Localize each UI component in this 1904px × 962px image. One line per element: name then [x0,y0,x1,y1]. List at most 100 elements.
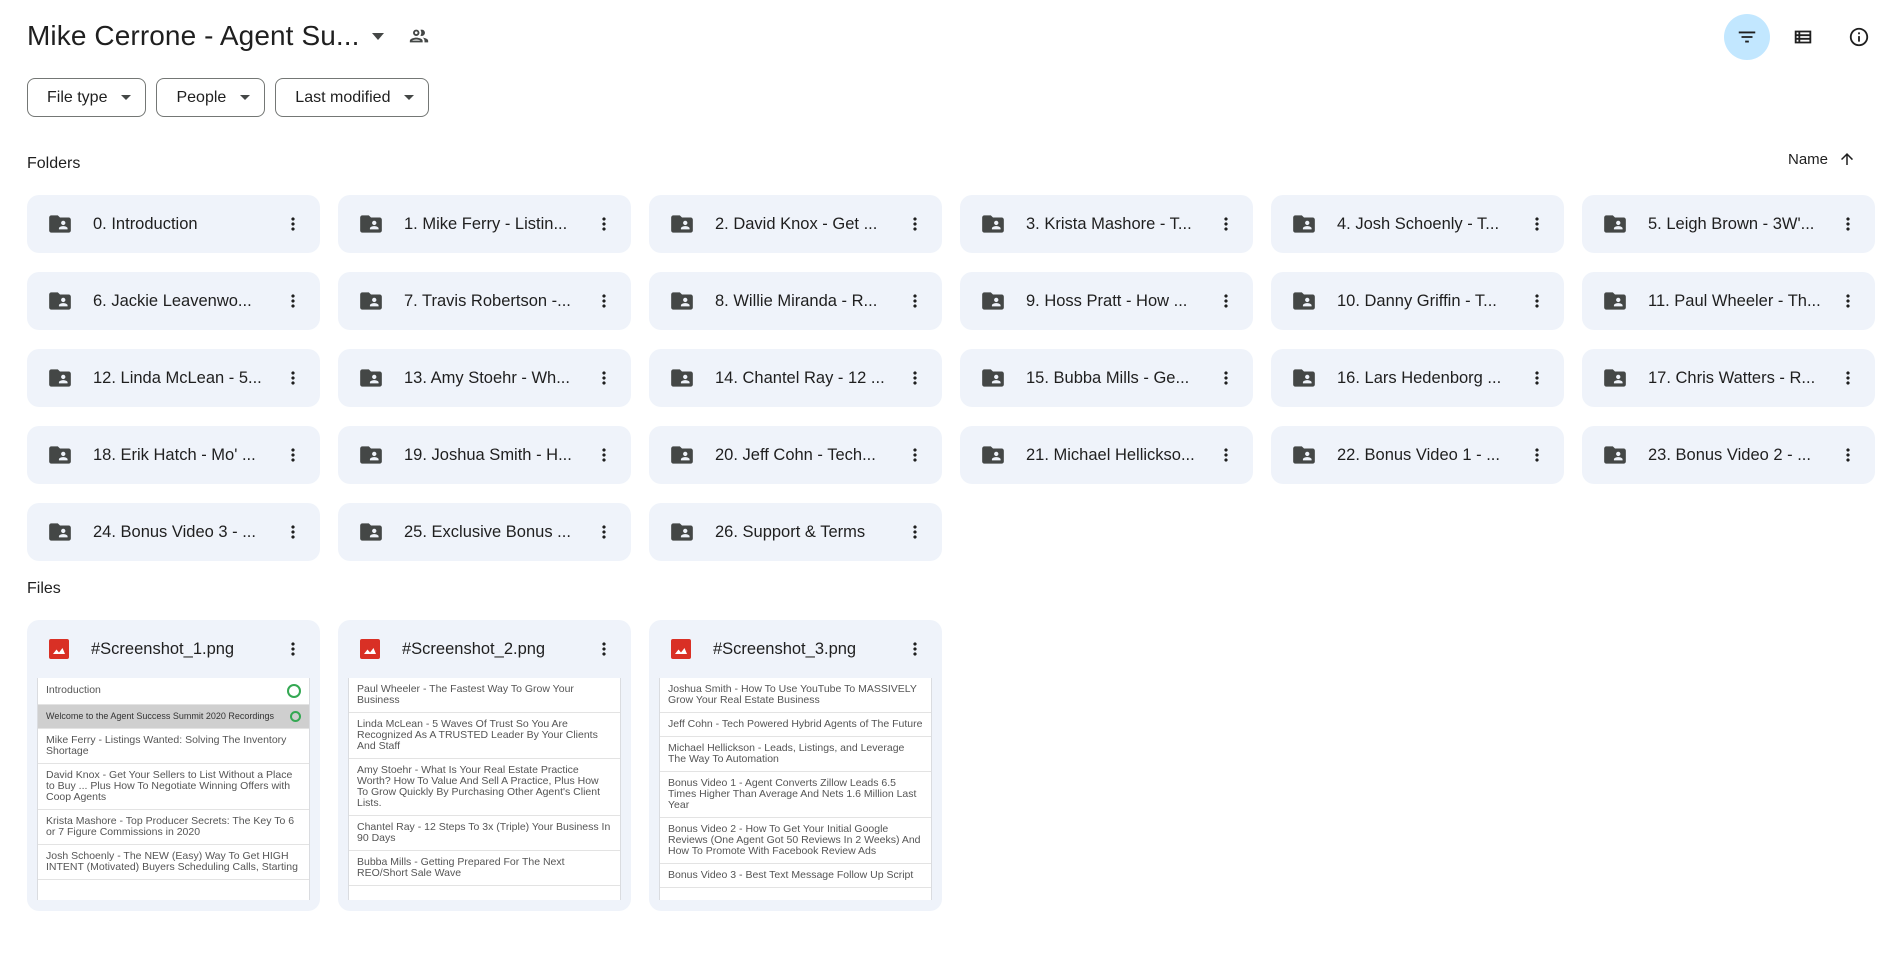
folder-item-9[interactable]: 9. Hoss Pratt - How ... [960,272,1253,330]
folder-item-26[interactable]: 26. Support & Terms [649,503,942,561]
more-vert-icon[interactable] [1833,286,1863,316]
folder-name: 12. Linda McLean - 5... [93,368,262,387]
shared-folder-icon [47,365,73,391]
folder-item-7[interactable]: 7. Travis Robertson -... [338,272,631,330]
shared-folder-icon [358,365,384,391]
more-vert-icon[interactable] [1211,363,1241,393]
folder-item-23[interactable]: 23. Bonus Video 2 - ... [1582,426,1875,484]
more-vert-icon[interactable] [1522,209,1552,239]
more-vert-icon[interactable] [589,363,619,393]
more-vert-icon[interactable] [900,440,930,470]
info-icon[interactable] [1836,14,1882,60]
folder-item-14[interactable]: 14. Chantel Ray - 12 ... [649,349,942,407]
file-type-filter[interactable]: File type [27,78,147,117]
folder-item-22[interactable]: 22. Bonus Video 1 - ... [1271,426,1564,484]
folder-item-15[interactable]: 15. Bubba Mills - Ge... [960,349,1253,407]
more-vert-icon[interactable] [900,209,930,239]
more-vert-icon[interactable] [900,517,930,547]
folder-item-3[interactable]: 3. Krista Mashore - T... [960,195,1253,253]
more-vert-icon[interactable] [1522,440,1552,470]
folder-item-6[interactable]: 6. Jackie Leavenwo... [27,272,320,330]
more-vert-icon[interactable] [1522,286,1552,316]
more-vert-icon[interactable] [278,440,308,470]
more-vert-icon[interactable] [1522,363,1552,393]
more-vert-icon[interactable] [589,440,619,470]
folder-name: 7. Travis Robertson -... [404,291,571,310]
more-vert-icon[interactable] [1211,440,1241,470]
shared-folder-icon [1602,288,1628,314]
caret-down-icon[interactable] [371,32,384,40]
folder-item-1[interactable]: 1. Mike Ferry - Listin... [338,195,631,253]
thumbnail-row-text: Chantel Ray - 12 Steps To 3x (Triple) Yo… [357,821,611,845]
folder-item-11[interactable]: 11. Paul Wheeler - Th... [1582,272,1875,330]
thumbnail-row: Introduction [38,678,309,705]
more-vert-icon[interactable] [1833,363,1863,393]
file-thumbnail: Introduction Welcome to the Agent Success… [37,678,310,900]
more-vert-icon[interactable] [589,634,619,664]
sort-by-name[interactable]: Name [1788,150,1856,168]
more-vert-icon[interactable] [900,286,930,316]
people-filter[interactable]: People [156,78,266,117]
image-file-icon [47,637,71,661]
thumbnail-row-text: Welcome to the Agent Success Summit 2020… [46,710,274,721]
folder-name: 4. Josh Schoenly - T... [1337,214,1500,233]
more-vert-icon[interactable] [278,363,308,393]
more-vert-icon[interactable] [278,286,308,316]
file-thumbnail: Joshua Smith - How To Use YouTube To MAS… [659,678,932,900]
file-grid: #Screenshot_1.png Introduction Welcome to… [27,620,942,911]
shared-folder-icon [358,442,384,468]
shared-folder-icon [669,365,695,391]
last-modified-filter[interactable]: Last modified [275,78,430,117]
more-vert-icon[interactable] [900,363,930,393]
shared-folder-icon [47,211,73,237]
shared-folder-icon [1602,211,1628,237]
thumbnail-row: Paul Wheeler - The Fastest Way To Grow Y… [349,678,620,714]
more-vert-icon[interactable] [1833,209,1863,239]
filter-icon[interactable] [1724,14,1770,60]
folder-item-0[interactable]: 0. Introduction [27,195,320,253]
folder-item-12[interactable]: 12. Linda McLean - 5... [27,349,320,407]
folder-name: 24. Bonus Video 3 - ... [93,522,256,541]
shared-folder-icon [1602,365,1628,391]
folder-item-25[interactable]: 25. Exclusive Bonus ... [338,503,631,561]
folder-name: 3. Krista Mashore - T... [1026,214,1192,233]
folder-item-4[interactable]: 4. Josh Schoenly - T... [1271,195,1564,253]
more-vert-icon[interactable] [1211,209,1241,239]
file-card-1[interactable]: #Screenshot_1.png Introduction Welcome to… [27,620,320,911]
folder-name: 8. Willie Miranda - R... [715,291,878,310]
more-vert-icon[interactable] [1833,440,1863,470]
thumbnail-row-text: Bonus Video 3 - Best Text Message Follow… [668,869,914,882]
folder-name: 18. Erik Hatch - Mo' ... [93,445,256,464]
more-vert-icon[interactable] [278,517,308,547]
more-vert-icon[interactable] [589,286,619,316]
file-card-2[interactable]: #Screenshot_2.png Paul Wheeler - The Fas… [338,620,631,911]
more-vert-icon[interactable] [589,517,619,547]
more-vert-icon[interactable] [278,634,308,664]
folder-item-13[interactable]: 13. Amy Stoehr - Wh... [338,349,631,407]
folder-item-2[interactable]: 2. David Knox - Get ... [649,195,942,253]
thumbnail-row-text: Paul Wheeler - The Fastest Way To Grow Y… [357,683,574,707]
file-header: #Screenshot_2.png [338,620,631,678]
folder-item-21[interactable]: 21. Michael Hellickso... [960,426,1253,484]
folder-title[interactable]: Mike Cerrone - Agent Su... [27,20,360,52]
folder-item-5[interactable]: 5. Leigh Brown - 3W'... [1582,195,1875,253]
folder-name: 0. Introduction [93,214,198,233]
folder-item-19[interactable]: 19. Joshua Smith - H... [338,426,631,484]
file-card-3[interactable]: #Screenshot_3.png Joshua Smith - How To … [649,620,942,911]
more-vert-icon[interactable] [278,209,308,239]
folder-item-8[interactable]: 8. Willie Miranda - R... [649,272,942,330]
folder-item-18[interactable]: 18. Erik Hatch - Mo' ... [27,426,320,484]
folder-item-10[interactable]: 10. Danny Griffin - T... [1271,272,1564,330]
thumbnail-row: Mike Ferry - Listings Wanted: Solving Th… [38,729,309,765]
thumbnail-row-text: Krista Mashore - Top Producer Secrets: T… [46,815,295,839]
more-vert-icon[interactable] [1211,286,1241,316]
folder-item-17[interactable]: 17. Chris Watters - R... [1582,349,1875,407]
folder-item-24[interactable]: 24. Bonus Video 3 - ... [27,503,320,561]
folder-item-20[interactable]: 20. Jeff Cohn - Tech... [649,426,942,484]
more-vert-icon[interactable] [900,634,930,664]
shared-people-icon[interactable] [406,23,432,49]
folder-item-16[interactable]: 16. Lars Hedenborg ... [1271,349,1564,407]
more-vert-icon[interactable] [589,209,619,239]
progress-ring-icon [290,711,301,722]
list-view-icon[interactable] [1780,14,1826,60]
